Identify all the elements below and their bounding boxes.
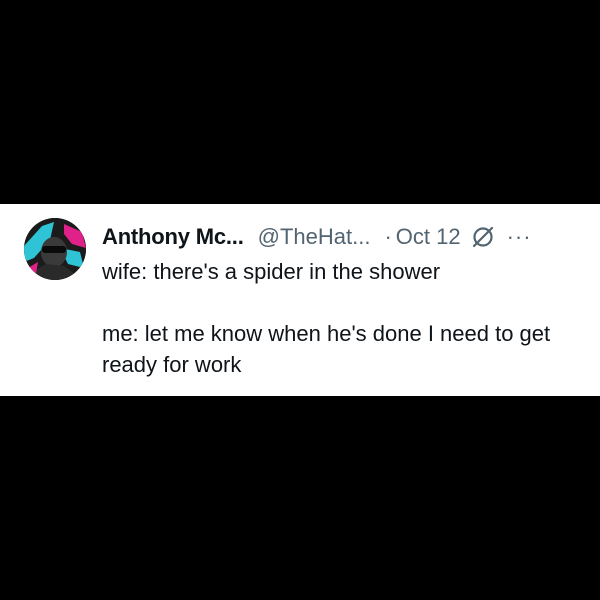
tweet-line: wife: there's a spider in the shower	[102, 259, 441, 284]
tweet-header: Anthony Mc... @TheHat... · Oct 12 ···	[102, 222, 580, 252]
grok-icon[interactable]	[471, 225, 495, 249]
avatar-image	[24, 218, 86, 280]
more-options-icon[interactable]: ···	[507, 222, 532, 252]
tweet-text: wife: there's a spider in the shower me:…	[102, 256, 580, 380]
dot-separator: ·	[384, 224, 392, 249]
tweet-card[interactable]: Anthony Mc... @TheHat... · Oct 12 ··· wi…	[0, 204, 600, 396]
screenshot-frame: Anthony Mc... @TheHat... · Oct 12 ··· wi…	[0, 0, 600, 600]
tweet-line: me: let me know when he's done I need to…	[102, 321, 551, 377]
tweet-date[interactable]: Oct 12	[396, 222, 461, 252]
avatar[interactable]	[24, 218, 86, 280]
display-name[interactable]: Anthony Mc...	[102, 222, 244, 252]
user-handle[interactable]: @TheHat...	[258, 222, 371, 252]
